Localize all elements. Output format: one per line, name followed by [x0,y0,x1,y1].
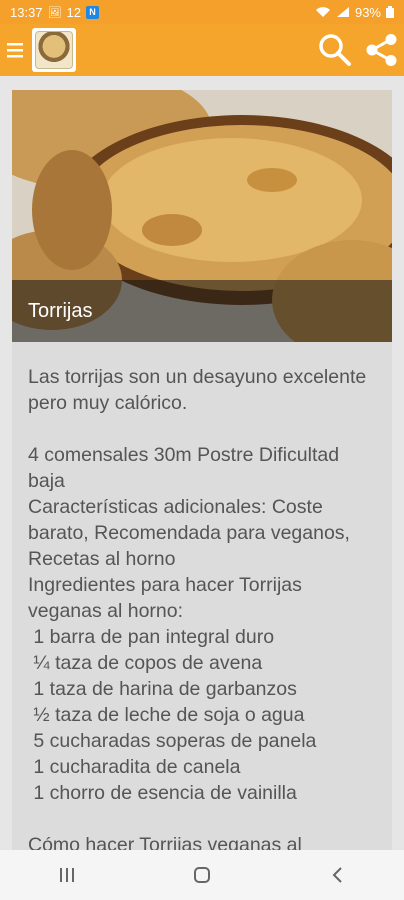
menu-button[interactable] [0,24,30,76]
notification-count: 12 [66,4,81,20]
home-button[interactable] [172,855,232,895]
app-bar [0,24,404,76]
status-time: 13:37 [10,4,43,20]
status-bar: 13:37 🖼 12 N 93% [0,0,404,24]
back-icon [332,867,342,883]
back-button[interactable] [307,855,367,895]
system-nav-bar [0,850,404,900]
recent-apps-button[interactable] [37,855,97,895]
recent-apps-icon [60,868,75,882]
recipe-photo: Torrijas [12,90,392,342]
app-logo[interactable] [32,28,76,72]
news-app-icon: N [85,5,99,19]
share-icon [366,34,397,66]
gallery-icon: 🖼 [47,6,62,19]
recipe-card[interactable]: Torrijas Las torrijas son un desayuno ex… [12,90,392,870]
home-icon [193,867,210,883]
search-button[interactable] [312,24,358,76]
recipe-thumbnail-icon [35,31,73,69]
recipe-title: Torrijas [12,280,392,342]
battery-percent: 93% [354,4,381,20]
search-icon [319,34,351,66]
signal-icon [336,7,349,17]
share-button[interactable] [358,24,404,76]
wifi-icon [315,7,330,17]
hamburger-icon [7,43,23,58]
recipe-description: Las torrijas son un desayuno excelente p… [28,366,367,856]
battery-icon [386,6,394,18]
